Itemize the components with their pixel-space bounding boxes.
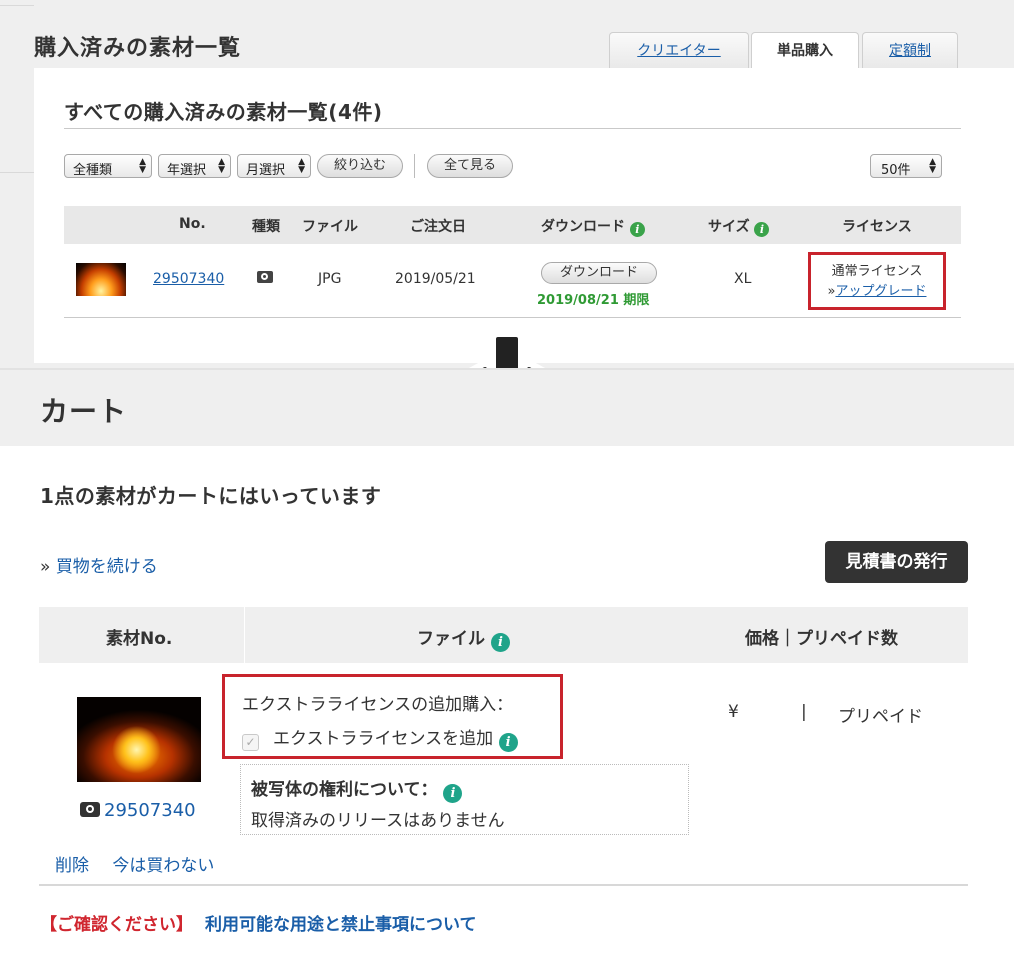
extra-license-label: エクストラライセンスを追加 xyxy=(273,729,494,749)
year-select[interactable]: 年選択 ▲ ▼ xyxy=(158,154,231,178)
tab-single-purchase[interactable]: 単品購入 xyxy=(751,32,859,69)
tab-creator-label[interactable]: クリエイター xyxy=(637,43,720,59)
type-select-value: 全種類 xyxy=(73,163,113,178)
extra-license-title: エクストラライセンスの追加購入： xyxy=(242,695,514,715)
price-symbol: ¥ xyxy=(728,702,739,722)
price-separator: | xyxy=(801,702,807,722)
info-icon[interactable]: i xyxy=(629,222,645,237)
item-actions: 削除 今は買わない xyxy=(55,851,232,876)
section-title: すべての購入済みの素材一覧(4件) xyxy=(64,100,383,124)
info-icon[interactable]: i xyxy=(754,222,770,237)
col-size: サイズ i xyxy=(708,216,770,237)
continue-shopping-link[interactable]: 買物を続ける xyxy=(56,557,158,577)
col-type: 種類 xyxy=(252,219,280,235)
upgrade-link[interactable]: アップグレード xyxy=(835,284,926,299)
page-title: 購入済みの素材一覧 xyxy=(34,36,242,61)
select-arrows-icon: ▲ ▼ xyxy=(298,157,305,175)
license-highlight: 通常ライセンス »アップグレード xyxy=(808,252,946,310)
divider xyxy=(39,884,968,886)
extra-license-option: ✓ エクストラライセンスを追加 i xyxy=(242,724,560,752)
divider xyxy=(0,5,34,6)
select-arrows-icon: ▲ ▼ xyxy=(139,157,146,175)
rights-title-text: 被写体の権利について： xyxy=(251,780,438,800)
col-file: ファイル i xyxy=(417,624,510,652)
col-material-number: 素材No. xyxy=(106,629,173,649)
camera-icon xyxy=(257,271,273,283)
table-header: No. 種類 ファイル ご注文日 ダウンロード i サイズ i ライセンス xyxy=(64,206,961,244)
extra-license-highlight: エクストラライセンスの追加購入： ✓ エクストラライセンスを追加 i xyxy=(222,674,563,759)
notice-label: 【ご確認ください】 xyxy=(40,915,193,935)
delete-link[interactable]: 削除 xyxy=(55,856,89,876)
col-order-date: ご注文日 xyxy=(410,219,466,235)
item-number-link[interactable]: 29507340 xyxy=(104,800,196,821)
tab-subscription-label[interactable]: 定額制 xyxy=(889,43,931,59)
extra-license-checkbox[interactable]: ✓ xyxy=(242,734,259,751)
tab-creator[interactable]: クリエイター xyxy=(609,32,749,68)
item-number: 29507340 xyxy=(80,800,196,821)
divider xyxy=(0,172,34,173)
rights-text: 取得済みのリリースはありません xyxy=(251,811,505,831)
show-all-button[interactable]: 全て見る xyxy=(427,154,513,178)
cart-table-header: 素材No. ファイル i 価格｜プリペイド数 xyxy=(39,607,968,663)
info-icon[interactable]: i xyxy=(498,733,518,752)
info-icon[interactable]: i xyxy=(443,784,463,803)
subject-rights-box: 被写体の権利について： i 取得済みのリリースはありません xyxy=(240,764,689,835)
download-button[interactable]: ダウンロード xyxy=(541,262,657,284)
license-name: 通常ライセンス xyxy=(831,264,923,279)
continue-prefix: » xyxy=(40,557,51,577)
notice: 【ご確認ください】 利用可能な用途と禁止事項について xyxy=(40,910,477,935)
campfire-thumbnail[interactable] xyxy=(76,263,126,296)
year-select-value: 年選択 xyxy=(167,163,207,178)
cart-count-text: 1点の素材がカートにはいっています xyxy=(40,484,382,508)
order-date: 2019/05/21 xyxy=(395,271,476,287)
col-size-label: サイズ xyxy=(708,219,750,235)
table-row: 29507340 JPG 2019/05/21 ダウンロード 2019/08/2… xyxy=(64,244,961,318)
item-number-link[interactable]: 29507340 xyxy=(153,271,224,287)
divider xyxy=(244,607,245,663)
col-file: ファイル xyxy=(302,219,358,235)
col-license: ライセンス xyxy=(842,219,912,235)
divider xyxy=(64,128,961,129)
cart-title: カート xyxy=(40,395,128,428)
col-download-label: ダウンロード xyxy=(541,219,625,235)
per-page-value: 50件 xyxy=(881,163,911,178)
download-expiry: 2019/08/21 期限 xyxy=(537,293,650,308)
cart-header-band: カート xyxy=(0,368,1014,446)
rights-title: 被写体の権利について： i xyxy=(251,775,688,803)
not-now-link[interactable]: 今は買わない xyxy=(112,856,214,876)
divider xyxy=(414,154,415,178)
narrow-button[interactable]: 絞り込む xyxy=(317,154,403,178)
select-arrows-icon: ▲ ▼ xyxy=(218,157,225,175)
continue-shopping: » 買物を続ける xyxy=(40,552,158,577)
campfire-thumbnail[interactable] xyxy=(77,697,201,782)
usage-terms-link[interactable]: 利用可能な用途と禁止事項について xyxy=(205,915,477,935)
select-arrows-icon: ▲ ▼ xyxy=(929,157,936,175)
month-select[interactable]: 月選択 ▲ ▼ xyxy=(237,154,311,178)
camera-icon xyxy=(80,802,100,817)
col-download: ダウンロード i xyxy=(541,216,645,237)
col-price: 価格｜プリペイド数 xyxy=(745,629,898,649)
month-select-value: 月選択 xyxy=(246,163,286,178)
file-type: JPG xyxy=(318,271,342,287)
type-select[interactable]: 全種類 ▲ ▼ xyxy=(64,154,152,178)
per-page-select[interactable]: 50件 ▲ ▼ xyxy=(870,154,942,178)
col-number: No. xyxy=(179,216,206,232)
col-file-label: ファイル xyxy=(417,629,485,649)
tab-subscription[interactable]: 定額制 xyxy=(862,32,958,68)
size-value: XL xyxy=(734,271,752,287)
prepaid-label: プリペイド xyxy=(838,707,923,727)
purchased-section: 購入済みの素材一覧 クリエイター 単品購入 定額制 すべての購入済みの素材一覧(… xyxy=(0,0,1014,368)
info-icon[interactable]: i xyxy=(490,633,510,652)
purchased-card: すべての購入済みの素材一覧(4件) 全種類 ▲ ▼ 年選択 ▲ ▼ 月選択 ▲ ▼ 絞… xyxy=(34,68,1014,363)
issue-quote-button[interactable]: 見積書の発行 xyxy=(825,541,968,583)
